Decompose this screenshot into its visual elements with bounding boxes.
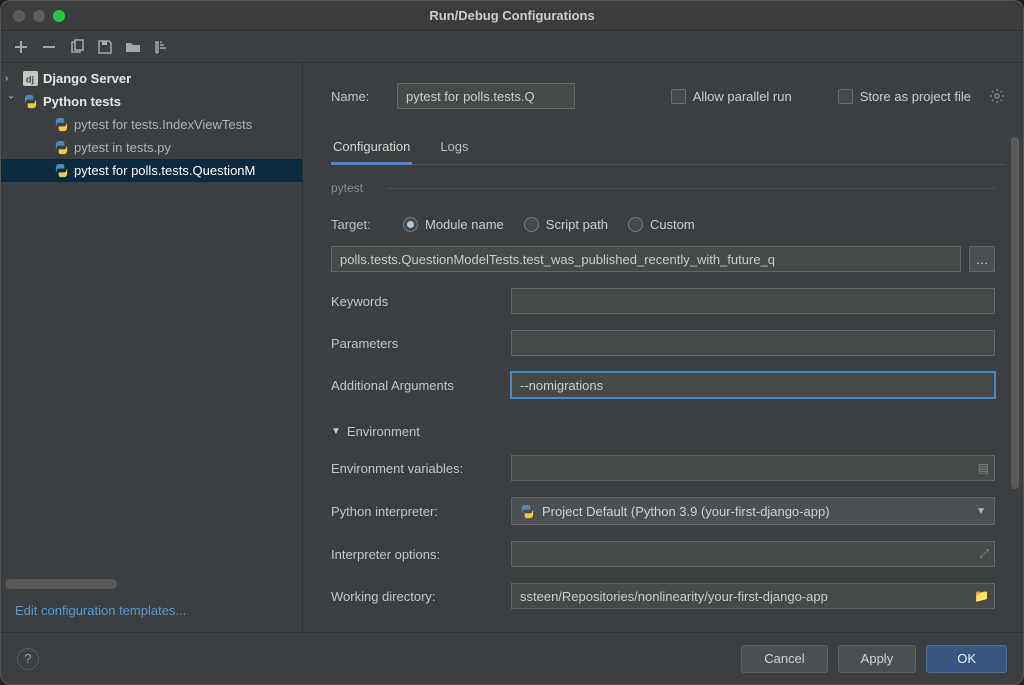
config-panel: Name: Allow parallel run Store as projec…	[303, 63, 1023, 632]
panel-vscrollbar[interactable]	[1011, 137, 1019, 626]
dialog-window: Run/Debug Configurations › dj Django Ser…	[0, 0, 1024, 685]
pytest-icon	[53, 117, 69, 133]
add-config-button[interactable]	[13, 39, 29, 55]
interpreter-options-input[interactable]	[511, 541, 995, 567]
working-dir-input[interactable]	[511, 583, 995, 609]
checkbox-label: Allow parallel run	[693, 89, 792, 104]
radio-icon	[628, 217, 643, 232]
radio-label: Custom	[650, 217, 695, 232]
footer: ? Cancel Apply OK	[1, 632, 1023, 684]
target-label: Target:	[331, 217, 387, 232]
store-as-project-checkbox[interactable]: Store as project file	[838, 89, 971, 104]
working-dir-label: Working directory:	[331, 589, 495, 604]
radio-script-path[interactable]: Script path	[524, 217, 608, 232]
pytest-icon	[53, 163, 69, 179]
copy-config-button[interactable]	[69, 39, 85, 55]
folder-icon[interactable]: 📁	[974, 589, 989, 603]
checkbox-box-icon	[671, 89, 686, 104]
section-header-pytest: pytest	[331, 181, 363, 195]
envvars-label: Environment variables:	[331, 461, 495, 476]
tree-label: pytest for tests.IndexViewTests	[74, 117, 252, 132]
gear-icon[interactable]	[989, 88, 1005, 104]
keywords-input[interactable]	[511, 288, 995, 314]
target-input[interactable]	[331, 246, 961, 272]
python-icon	[22, 94, 38, 110]
target-browse-button[interactable]: …	[969, 246, 995, 272]
tree-item-test[interactable]: pytest for tests.IndexViewTests	[1, 113, 302, 136]
folder-config-button[interactable]	[125, 39, 141, 55]
django-icon: dj	[22, 71, 38, 87]
help-button[interactable]: ?	[17, 648, 39, 670]
sort-config-button[interactable]	[153, 39, 169, 55]
tree-item-django-server[interactable]: › dj Django Server	[1, 67, 302, 90]
interpreter-options-label: Interpreter options:	[331, 547, 495, 562]
environment-section-toggle[interactable]: ▼ Environment	[331, 424, 995, 439]
tree-label: Django Server	[43, 71, 131, 86]
remove-config-button[interactable]	[41, 39, 57, 55]
target-radio-group: Module name Script path Custom	[403, 217, 695, 232]
allow-parallel-checkbox[interactable]: Allow parallel run	[671, 89, 792, 104]
scrollbar-thumb[interactable]	[5, 579, 117, 589]
sidebar-hscrollbar[interactable]	[5, 579, 298, 589]
additional-arguments-label: Additional Arguments	[331, 378, 495, 393]
tab-logs[interactable]: Logs	[438, 133, 470, 164]
chevron-down-icon: ›	[6, 96, 17, 108]
svg-text:dj: dj	[25, 74, 33, 84]
sidebar: › dj Django Server › Python tests pytest…	[1, 63, 303, 632]
tree-label: pytest for polls.tests.QuestionM	[74, 163, 255, 178]
minimize-window-button[interactable]	[33, 10, 45, 22]
interpreter-label: Python interpreter:	[331, 504, 495, 519]
form-content: pytest Target: Module name Script path C…	[331, 165, 1005, 632]
tree-item-test[interactable]: pytest for polls.tests.QuestionM	[1, 159, 302, 182]
python-icon	[520, 504, 535, 519]
radio-icon	[403, 217, 418, 232]
section-header-environment: Environment	[347, 424, 420, 439]
config-name-input[interactable]	[397, 83, 575, 109]
checkbox-box-icon	[838, 89, 853, 104]
tree-item-test[interactable]: pytest in tests.py	[1, 136, 302, 159]
pytest-icon	[53, 140, 69, 156]
keywords-label: Keywords	[331, 294, 495, 309]
chevron-right-icon: ›	[5, 73, 17, 84]
close-window-button[interactable]	[13, 10, 25, 22]
expand-icon[interactable]: ⤢	[979, 547, 989, 562]
chevron-down-icon: ▼	[331, 426, 341, 437]
tab-configuration[interactable]: Configuration	[331, 133, 412, 165]
checkbox-label: Store as project file	[860, 89, 971, 104]
apply-button[interactable]: Apply	[838, 645, 917, 673]
parameters-input[interactable]	[511, 330, 995, 356]
main-area: › dj Django Server › Python tests pytest…	[1, 63, 1023, 632]
interpreter-select[interactable]: Project Default (Python 3.9 (your-first-…	[511, 497, 995, 525]
window-controls	[13, 10, 65, 22]
radio-label: Module name	[425, 217, 504, 232]
toolbar	[1, 31, 1023, 63]
radio-module-name[interactable]: Module name	[403, 217, 504, 232]
scrollbar-thumb[interactable]	[1011, 137, 1019, 489]
save-config-button[interactable]	[97, 39, 113, 55]
tree-label: pytest in tests.py	[74, 140, 171, 155]
parameters-label: Parameters	[331, 336, 495, 351]
ok-button[interactable]: OK	[926, 645, 1007, 673]
config-tree: › dj Django Server › Python tests pytest…	[1, 63, 302, 575]
radio-icon	[524, 217, 539, 232]
radio-label: Script path	[546, 217, 608, 232]
select-value: Project Default (Python 3.9 (your-first-…	[542, 504, 830, 519]
radio-custom[interactable]: Custom	[628, 217, 695, 232]
list-icon[interactable]: ▤	[978, 461, 989, 475]
tabs: Configuration Logs	[331, 133, 1005, 165]
chevron-down-icon: ▼	[976, 506, 986, 517]
cancel-button[interactable]: Cancel	[741, 645, 827, 673]
zoom-window-button[interactable]	[53, 10, 65, 22]
envvars-input[interactable]	[511, 455, 995, 481]
tree-item-python-tests[interactable]: › Python tests	[1, 90, 302, 113]
additional-arguments-input[interactable]	[511, 372, 995, 398]
name-label: Name:	[331, 89, 383, 104]
titlebar: Run/Debug Configurations	[1, 1, 1023, 31]
window-title: Run/Debug Configurations	[1, 8, 1023, 23]
edit-templates-link[interactable]: Edit configuration templates...	[15, 603, 186, 618]
tree-label: Python tests	[43, 94, 121, 109]
